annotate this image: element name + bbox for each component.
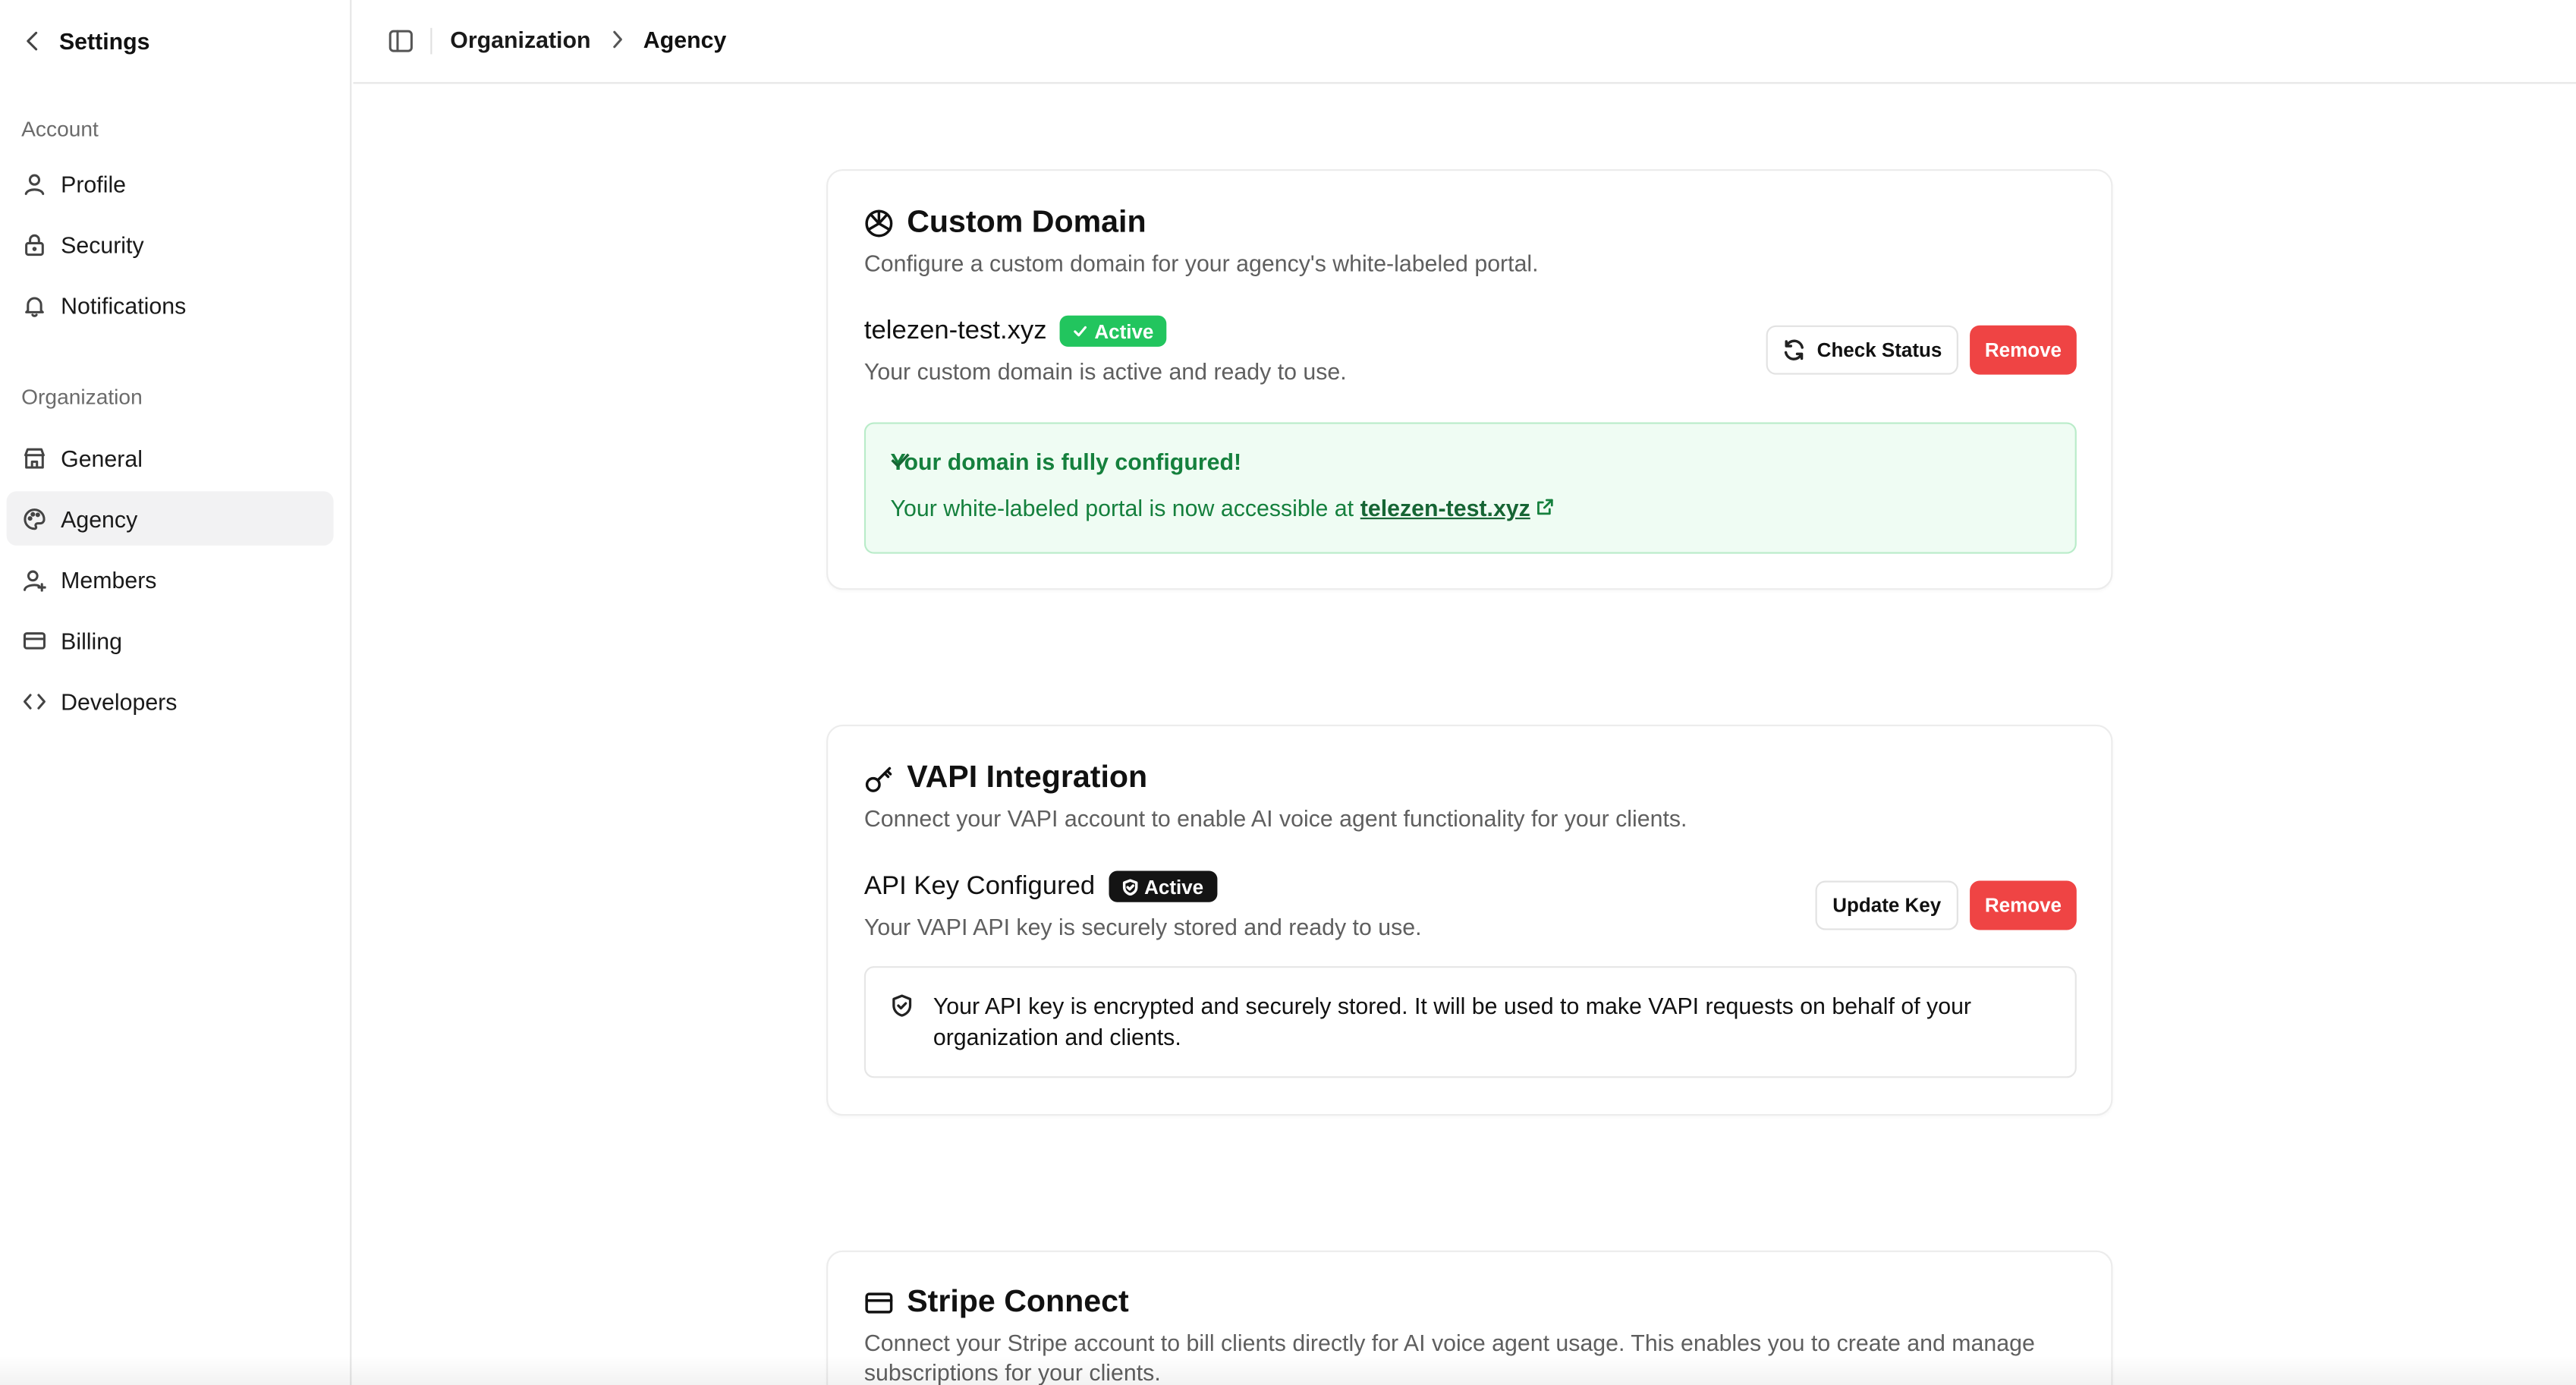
palette-icon xyxy=(23,507,46,530)
success-title: Your domain is fully configured! xyxy=(890,449,1242,475)
card-title: Custom Domain xyxy=(907,205,1146,241)
sidebar-item-general[interactable]: General xyxy=(7,430,334,484)
sidebar-item-label: Billing xyxy=(61,627,123,653)
app-root: Settings Account Profile Security Notifi… xyxy=(0,0,2576,1385)
domain-name: telezen-test.xyz xyxy=(863,316,1047,345)
store-icon xyxy=(23,446,46,469)
top-bar: Organization Agency xyxy=(353,0,2576,84)
shield-check-icon xyxy=(891,994,914,1017)
bell-icon xyxy=(23,293,46,316)
sidebar-item-label: Notifications xyxy=(61,291,187,318)
api-key-status-text: Your VAPI API key is securely stored and… xyxy=(863,913,1422,940)
sidebar-item-developers[interactable]: Developers xyxy=(7,674,334,728)
external-link-icon[interactable] xyxy=(1536,495,1555,521)
sidebar-title: Settings xyxy=(58,27,150,55)
sidebar-group-account: Account xyxy=(21,116,99,142)
api-key-title: API Key Configured xyxy=(863,871,1096,900)
sidebar-item-label: Security xyxy=(61,231,144,257)
settings-back-link[interactable]: Settings xyxy=(23,23,150,59)
topbar-divider xyxy=(430,27,432,55)
check-status-label: Check Status xyxy=(1816,338,1942,362)
key-icon xyxy=(864,764,894,794)
check-icon xyxy=(891,449,911,468)
remove-key-button[interactable]: Remove xyxy=(1970,880,2077,930)
domain-status-text: Your custom domain is active and ready t… xyxy=(863,358,1347,385)
status-badge-label: Active xyxy=(1094,319,1154,343)
sidebar-item-label: Members xyxy=(61,565,157,593)
credit-card-icon xyxy=(23,628,46,651)
remove-domain-button[interactable]: Remove xyxy=(1970,325,2077,375)
credit-card-icon xyxy=(864,1289,894,1318)
breadcrumb-agency: Agency xyxy=(643,26,727,53)
card-title: Stripe Connect xyxy=(907,1285,1129,1320)
sidebar-item-label: General xyxy=(61,444,143,471)
shield-check-icon xyxy=(1121,878,1137,895)
sidebar-item-agency[interactable]: Agency xyxy=(6,491,334,546)
sidebar-item-label: Developers xyxy=(61,688,178,714)
lock-icon xyxy=(23,232,46,256)
user-plus-icon xyxy=(23,568,46,591)
status-badge: Active xyxy=(1059,315,1167,347)
sidebar-item-label: Profile xyxy=(61,170,127,197)
api-key-row: API Key Configured Active xyxy=(863,870,1217,902)
success-title-row: Your domain is fully configured! xyxy=(891,449,1242,475)
card-description: Configure a custom domain for your agenc… xyxy=(863,250,1539,276)
refresh-icon xyxy=(1784,339,1804,360)
domain-row: telezen-test.xyz Active xyxy=(863,315,1167,347)
chevron-left-icon xyxy=(23,31,42,51)
code-icon xyxy=(23,689,46,712)
status-badge-label: Active xyxy=(1144,874,1204,899)
sidebar-item-security[interactable]: Security xyxy=(7,217,334,271)
success-text-row: Your white-labeled portal is now accessi… xyxy=(891,495,1555,521)
api-key-info-text: Your API key is encrypted and securely s… xyxy=(933,992,1972,1050)
breadcrumb: Organization Agency xyxy=(450,27,726,53)
stripe-heading: Stripe Connect xyxy=(864,1285,1129,1321)
vapi-heading: VAPI Integration xyxy=(864,760,1147,797)
breadcrumb-organization[interactable]: Organization xyxy=(450,27,590,53)
portal-link[interactable]: telezen-test.xyz xyxy=(1360,495,1530,521)
domain-success-alert: Your domain is fully configured! Your wh… xyxy=(863,422,2077,554)
check-status-button[interactable]: Check Status xyxy=(1766,325,1958,375)
globe-icon xyxy=(864,209,894,238)
sidebar-toggle-icon[interactable] xyxy=(388,28,414,55)
chevron-right-icon xyxy=(607,30,627,49)
card-title: VAPI Integration xyxy=(907,760,1148,795)
bottom-scroll-shadow xyxy=(0,1355,2576,1385)
check-icon xyxy=(1074,326,1087,337)
custom-domain-card: Custom Domain Configure a custom domain … xyxy=(826,169,2113,590)
success-text: Your white-labeled portal is now accessi… xyxy=(890,494,1354,521)
sidebar-item-profile[interactable]: Profile xyxy=(7,156,334,210)
user-icon xyxy=(23,172,46,194)
sidebar-group-organization: Organization xyxy=(21,384,143,410)
custom-domain-heading: Custom Domain xyxy=(864,206,1146,242)
sidebar-item-billing[interactable]: Billing xyxy=(7,613,334,667)
vapi-integration-card: VAPI Integration Connect your VAPI accou… xyxy=(826,724,2113,1116)
sidebar-item-label: Agency xyxy=(61,505,138,532)
card-description: Connect your VAPI account to enable AI v… xyxy=(863,804,1687,832)
settings-sidebar: Settings Account Profile Security Notifi… xyxy=(0,0,352,1385)
status-badge: Active xyxy=(1108,870,1217,902)
update-key-button[interactable]: Update Key xyxy=(1815,880,1958,930)
api-key-info-alert: Your API key is encrypted and securely s… xyxy=(863,966,2077,1078)
sidebar-item-members[interactable]: Members xyxy=(7,552,334,606)
sidebar-item-notifications[interactable]: Notifications xyxy=(7,278,334,332)
